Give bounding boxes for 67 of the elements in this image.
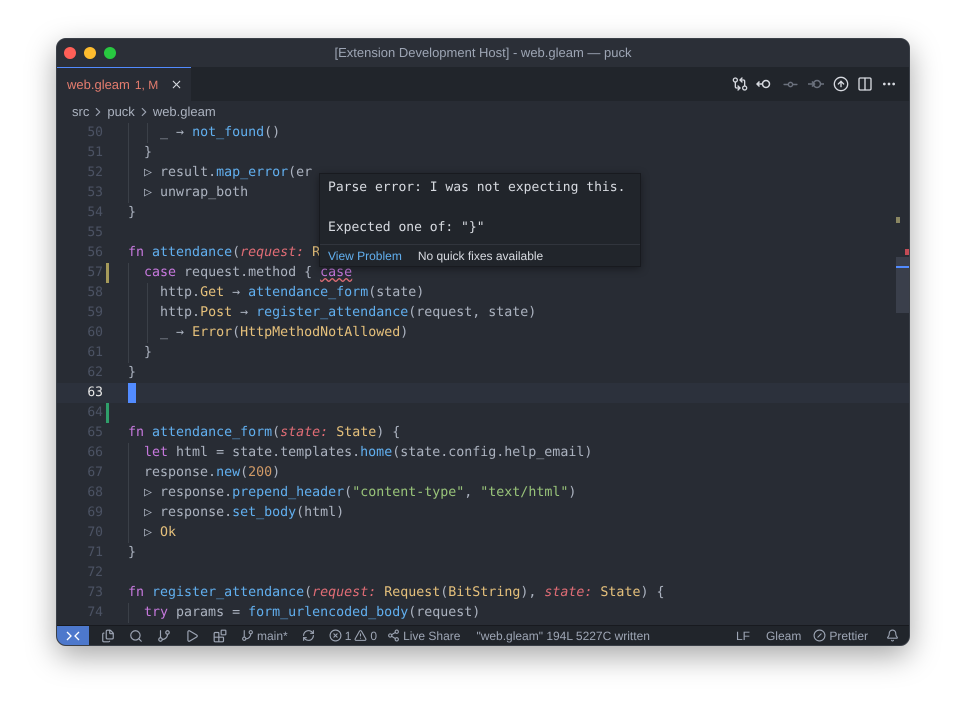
code-line: ▷ response.prepend_header("content-type", "text/html") <box>143 484 576 502</box>
quick-fix-note: No quick fixes available <box>418 248 544 264</box>
remote-icon <box>66 630 80 642</box>
branch-icon <box>241 629 254 642</box>
code-line: http.Get → attendance_form(state) <box>159 284 424 302</box>
code-line: try params = form_urlencoded_body(request) <box>143 604 480 622</box>
zoom-window-button[interactable] <box>104 47 116 59</box>
branch-button[interactable]: main* <box>241 626 288 644</box>
code-line: fn register_attendance(request: Request(BitString), state: State) { <box>128 584 664 602</box>
code-line: ▷ unwrap_both <box>143 184 248 202</box>
line-number: 63 <box>86 384 103 402</box>
close-window-button[interactable] <box>64 47 76 59</box>
live-share-button[interactable]: Live Share <box>387 626 460 644</box>
language-button[interactable]: Gleam <box>766 626 802 644</box>
error-icon <box>328 629 342 642</box>
source-control-icon[interactable] <box>157 628 171 642</box>
window-title: [Extension Development Host] - web.gleam — puck <box>334 44 632 62</box>
code-line: ▷ Ok <box>143 524 176 542</box>
code-line: } <box>128 364 136 382</box>
warning-icon <box>354 629 368 642</box>
code-line: case request.method { case <box>143 264 352 282</box>
tab-status: 1, M <box>134 76 158 94</box>
code-line: _ → not_found() <box>159 124 280 142</box>
code-line: fn attendance(request: R <box>128 244 320 262</box>
close-icon[interactable] <box>170 78 183 91</box>
scrollbar-thumb[interactable] <box>896 257 909 313</box>
code-line: } <box>128 544 136 562</box>
code-line: ▷ response.set_body(html) <box>143 504 344 522</box>
warning-count: 0 <box>370 628 378 644</box>
breadcrumb-item[interactable]: web.gleam <box>152 102 216 122</box>
remote-button[interactable] <box>57 626 89 645</box>
files-icon[interactable] <box>101 628 115 642</box>
slash-circle-icon <box>813 629 826 642</box>
eol-button[interactable]: LF <box>736 626 750 644</box>
code-line: let html = state.templates.home(state.config.help_email) <box>143 444 592 462</box>
sync-icon[interactable] <box>302 629 315 642</box>
tab-label: web.gleam <box>67 76 130 94</box>
compare-icon[interactable] <box>732 76 748 92</box>
ruler-mark <box>896 266 909 268</box>
ruler-mark <box>905 249 909 255</box>
text-cursor <box>128 383 136 403</box>
share-icon <box>387 629 400 642</box>
error-message: Expected one of: "}" <box>328 219 486 237</box>
code-line: _ → Error(HttpMethodNotAllowed) <box>159 324 408 342</box>
code-line: fn attendance_form(state: State) { <box>128 424 400 442</box>
breadcrumb-item[interactable]: puck <box>107 102 135 122</box>
bell-icon[interactable] <box>886 629 899 642</box>
editor-tab[interactable]: web.gleam 1, M <box>57 67 191 101</box>
formatter-button[interactable]: Prettier <box>813 626 868 644</box>
code-line: } <box>128 204 136 222</box>
extensions-icon[interactable] <box>213 628 227 642</box>
error-message: Parse error: I was not expecting this. <box>328 179 626 197</box>
view-problem-link[interactable]: View Problem <box>328 246 402 264</box>
run-icon[interactable] <box>185 628 199 642</box>
ruler-mark <box>896 217 900 223</box>
code-line: http.Post → register_attendance(request, state) <box>159 304 536 322</box>
split-editor-icon[interactable] <box>857 76 873 92</box>
minimize-window-button[interactable] <box>84 47 96 59</box>
breadcrumb-item[interactable]: src <box>72 102 90 122</box>
code-line: } <box>143 344 152 362</box>
search-icon[interactable] <box>129 628 143 642</box>
problems-button[interactable]: 1 0 <box>328 626 378 644</box>
code-line: ▷ result.map_error(er <box>143 164 312 182</box>
code-line: response.new(200) <box>143 464 280 482</box>
error-count: 1 <box>344 628 352 644</box>
code-line: } <box>143 144 152 162</box>
status-message: "web.gleam" 194L 5227C written <box>476 628 650 644</box>
